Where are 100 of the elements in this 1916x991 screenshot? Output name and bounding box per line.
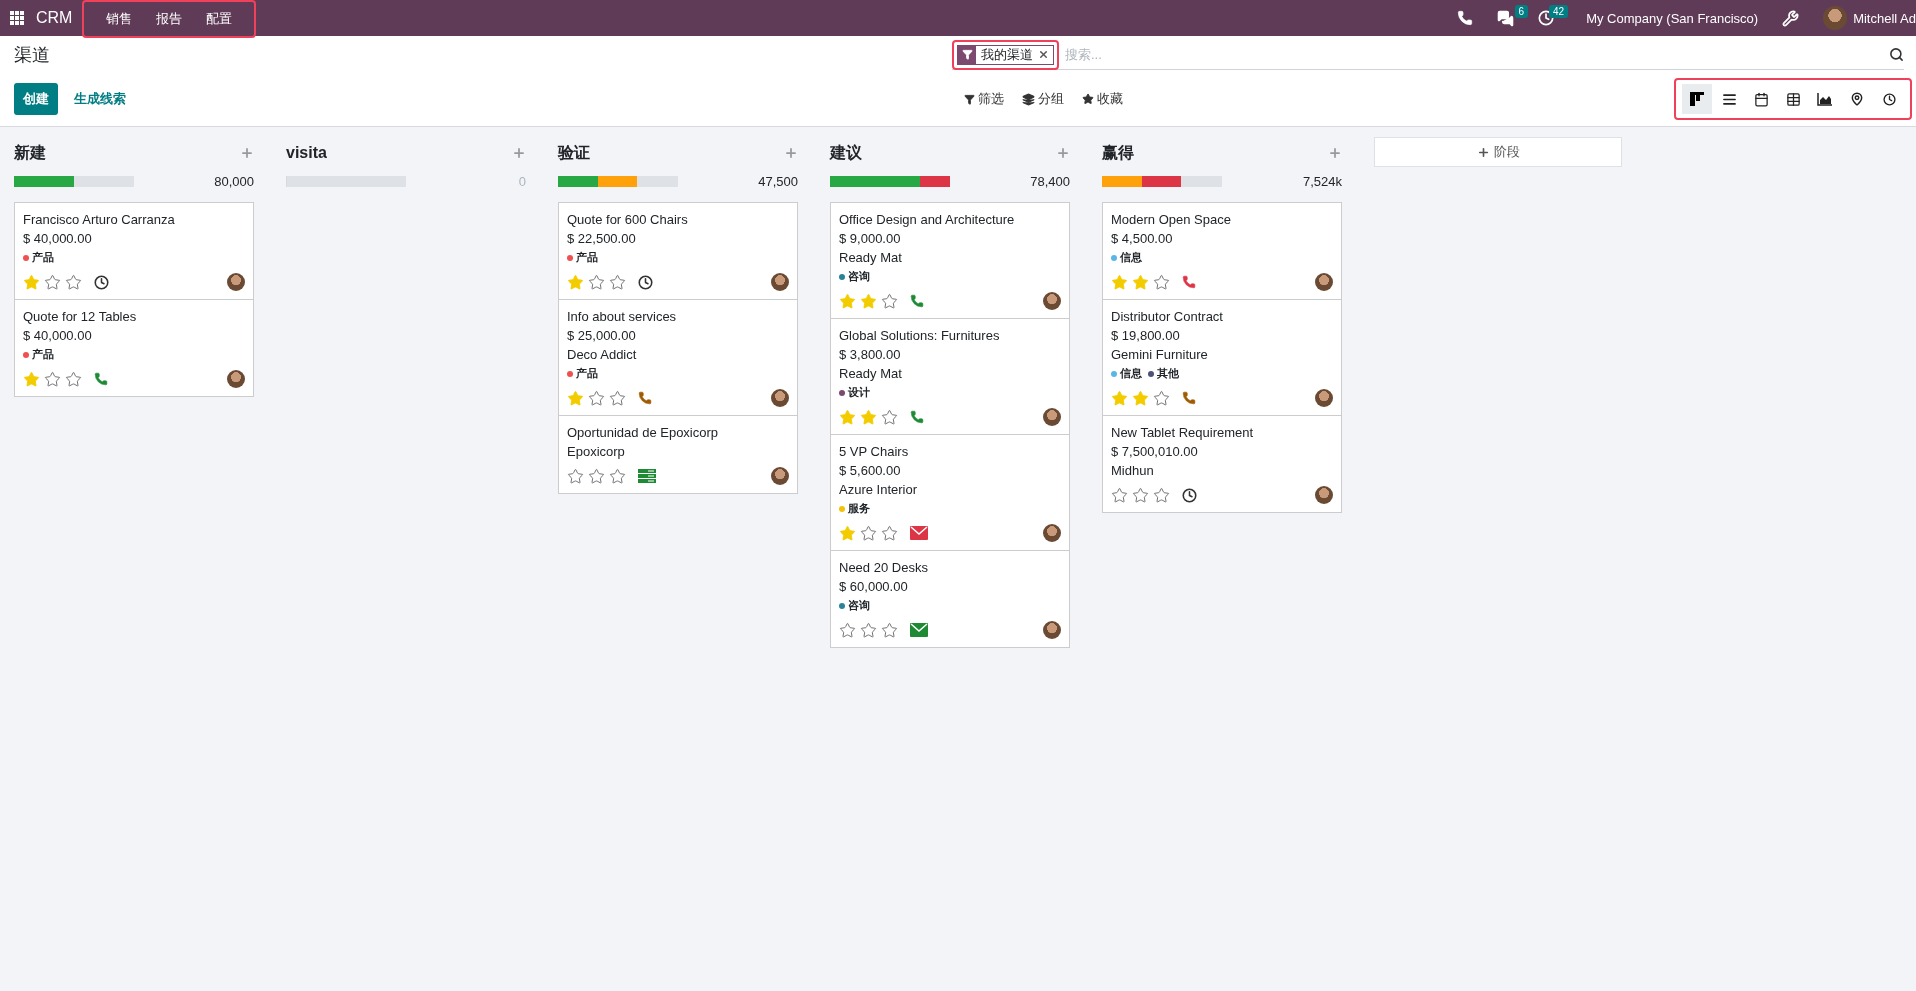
close-icon[interactable] (1038, 49, 1049, 60)
phone-icon[interactable] (1182, 275, 1196, 289)
priority-star[interactable] (1111, 486, 1128, 504)
envelope-icon[interactable] (910, 526, 928, 540)
plus-icon[interactable] (1328, 146, 1342, 160)
user-avatar[interactable] (1315, 389, 1333, 407)
phone-icon[interactable] (1182, 391, 1196, 405)
user-avatar[interactable] (227, 273, 245, 291)
priority-star[interactable] (881, 621, 898, 639)
search-facet[interactable]: 我的渠道 (957, 44, 1054, 65)
priority-star[interactable] (1153, 486, 1170, 504)
menu-item[interactable]: 配置 (196, 10, 243, 28)
user-avatar[interactable] (227, 370, 245, 388)
user-avatar[interactable] (1315, 486, 1333, 504)
priority-star[interactable] (839, 524, 856, 542)
priority-star[interactable] (839, 292, 856, 310)
priority-star[interactable] (567, 273, 584, 291)
priority-star[interactable] (588, 389, 605, 407)
priority-star[interactable] (839, 621, 856, 639)
plus-icon[interactable] (784, 146, 798, 160)
priority-star[interactable] (609, 467, 626, 485)
user-avatar[interactable] (1043, 524, 1061, 542)
user-avatar[interactable] (771, 273, 789, 291)
priority-star[interactable] (881, 408, 898, 426)
user-name[interactable]: Mitchell Ad (1853, 10, 1916, 26)
priority-star[interactable] (567, 389, 584, 407)
priority-star[interactable] (839, 408, 856, 426)
priority-star[interactable] (860, 621, 877, 639)
add-stage-button[interactable]: 阶段 (1374, 137, 1622, 167)
priority-star[interactable] (609, 389, 626, 407)
plus-icon[interactable] (240, 146, 254, 160)
user-avatar[interactable] (1315, 273, 1333, 291)
priority-star[interactable] (1132, 273, 1149, 291)
priority-star[interactable] (860, 292, 877, 310)
priority-star[interactable] (881, 292, 898, 310)
progress-bar[interactable] (1102, 175, 1222, 187)
progress-bar[interactable] (558, 175, 678, 187)
user-avatar[interactable] (1043, 621, 1061, 639)
chat-icon[interactable] (1497, 9, 1515, 27)
priority-star[interactable] (609, 273, 626, 291)
kanban-card[interactable]: 5 VP Chairs $ 5,600.00 Azure Interior 服务 (830, 434, 1070, 551)
user-avatar[interactable] (771, 389, 789, 407)
kanban-card[interactable]: Quote for 600 Chairs $ 22,500.00 产品 (558, 202, 798, 300)
kanban-card[interactable]: Global Solutions: Furnitures $ 3,800.00 Ready Mat 设计 (830, 318, 1070, 435)
clock-icon[interactable] (638, 274, 653, 290)
menu-item[interactable]: 销售 (96, 10, 143, 28)
priority-star[interactable] (23, 273, 40, 291)
priority-star[interactable] (65, 273, 82, 291)
priority-star[interactable] (44, 273, 61, 291)
plus-icon[interactable] (1056, 146, 1070, 160)
app-name[interactable]: CRM (36, 9, 73, 27)
user-avatar[interactable] (1043, 408, 1061, 426)
tasks-icon[interactable] (638, 469, 656, 483)
user-avatar[interactable] (1823, 6, 1848, 30)
user-avatar[interactable] (1043, 292, 1061, 310)
priority-star[interactable] (1111, 273, 1128, 291)
favorite-button[interactable]: 收藏 (1082, 90, 1123, 108)
clock-icon[interactable] (94, 274, 109, 290)
phone-icon[interactable] (910, 410, 924, 424)
priority-star[interactable] (881, 524, 898, 542)
priority-star[interactable] (65, 370, 82, 388)
kanban-card[interactable]: Oportunidad de Epoxicorp Epoxicorp (558, 415, 798, 494)
priority-star[interactable] (44, 370, 61, 388)
priority-star[interactable] (23, 370, 40, 388)
priority-star[interactable] (860, 408, 877, 426)
kanban-card[interactable]: Francisco Arturo Carranza $ 40,000.00 产品 (14, 202, 254, 300)
filter-button[interactable]: 筛选 (964, 90, 1004, 108)
company-switcher[interactable]: My Company (San Francisco) (1576, 10, 1769, 26)
priority-star[interactable] (1132, 389, 1149, 407)
kanban-card[interactable]: Distributor Contract $ 19,800.00 Gemini Furniture 信息 其他 (1102, 299, 1342, 416)
phone-icon[interactable] (638, 391, 652, 405)
envelope-icon[interactable] (910, 623, 928, 637)
priority-star[interactable] (588, 467, 605, 485)
view-switch-button[interactable] (1682, 84, 1712, 114)
group-button[interactable]: 分组 (1022, 90, 1064, 108)
kanban-card[interactable]: Modern Open Space $ 4,500.00 信息 (1102, 202, 1342, 300)
progress-bar[interactable] (14, 175, 134, 187)
priority-star[interactable] (1153, 273, 1170, 291)
priority-star[interactable] (860, 524, 877, 542)
priority-star[interactable] (1111, 389, 1128, 407)
kanban-card[interactable]: Office Design and Architecture $ 9,000.00 Ready Mat 咨询 (830, 202, 1070, 319)
priority-star[interactable] (567, 467, 584, 485)
phone-icon[interactable] (910, 294, 924, 308)
search-icon[interactable] (1889, 47, 1904, 62)
kanban-card[interactable]: Quote for 12 Tables $ 40,000.00 产品 (14, 299, 254, 397)
clock-icon[interactable] (1182, 487, 1197, 503)
priority-star[interactable] (588, 273, 605, 291)
wrench-icon[interactable] (1782, 9, 1800, 27)
generate-leads-button[interactable]: 生成线索 (68, 89, 132, 109)
user-avatar[interactable] (771, 467, 789, 485)
kanban-card[interactable]: Need 20 Desks $ 60,000.00 咨询 (830, 550, 1070, 648)
menu-item[interactable]: 报告 (146, 10, 193, 28)
kanban-card[interactable]: New Tablet Requirement $ 7,500,010.00 Midhun (1102, 415, 1342, 513)
kanban-card[interactable]: Info about services $ 25,000.00 Deco Addict 产品 (558, 299, 798, 416)
priority-star[interactable] (1132, 486, 1149, 504)
priority-star[interactable] (1153, 389, 1170, 407)
apps-menu-icon[interactable] (10, 11, 24, 25)
create-button[interactable]: 创建 (14, 83, 58, 115)
phone-icon[interactable] (94, 372, 108, 386)
plus-icon[interactable] (512, 146, 526, 160)
